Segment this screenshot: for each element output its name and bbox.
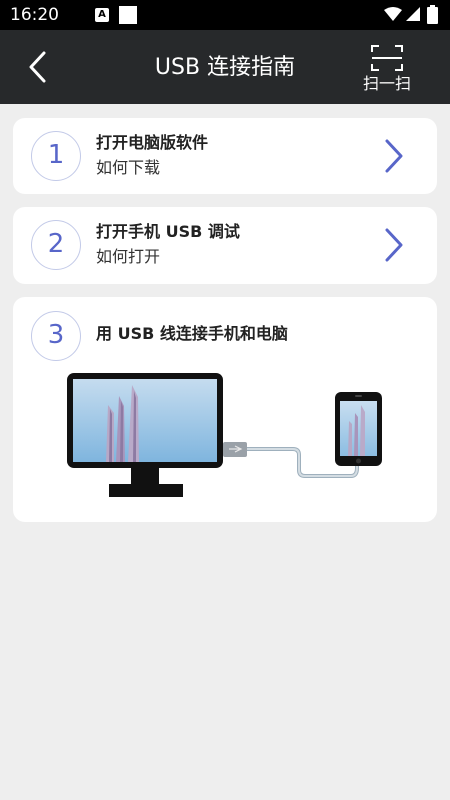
step-card-download[interactable]: 1 打开电脑版软件 如何下载 — [13, 118, 437, 194]
notification-a-icon: A — [95, 8, 109, 22]
step-number-badge: 2 — [31, 220, 81, 270]
scan-button[interactable]: 扫一扫 — [356, 40, 418, 98]
scan-frame-icon — [371, 45, 403, 71]
step-card-usb-debugging[interactable]: 2 打开手机 USB 调试 如何打开 — [13, 207, 437, 284]
wifi-icon — [384, 7, 402, 21]
notification-square-icon — [119, 6, 137, 24]
step-subtitle: 如何下载 — [96, 158, 161, 177]
battery-icon — [427, 5, 438, 24]
usb-connection-illustration — [67, 373, 382, 497]
step-title: 打开电脑版软件 — [96, 133, 209, 152]
status-time: 16:20 — [10, 5, 59, 25]
step-subtitle: 如何打开 — [96, 247, 161, 266]
chevron-right-icon — [385, 228, 403, 262]
app-bar: USB 连接指南 扫一扫 — [0, 30, 450, 104]
monitor-icon — [67, 373, 223, 497]
step-number-badge: 1 — [31, 131, 81, 181]
step-title: 打开手机 USB 调试 — [96, 222, 240, 241]
step-card-connect-usb: 3 用 USB 线连接手机和电脑 — [13, 297, 437, 522]
signal-icon — [406, 7, 420, 21]
scan-label: 扫一扫 — [362, 74, 411, 93]
smartphone-icon — [335, 392, 382, 466]
status-bar: 16:20 A — [0, 0, 450, 30]
chevron-right-icon — [385, 139, 403, 173]
